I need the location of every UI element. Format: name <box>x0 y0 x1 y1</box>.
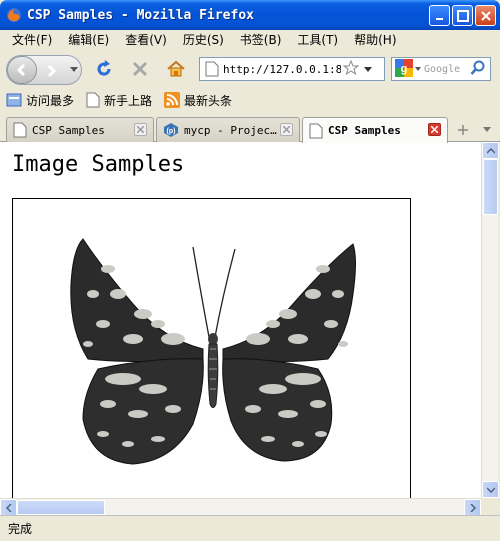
scrollbar-corner <box>481 498 498 515</box>
plus-icon <box>458 125 468 135</box>
bookmark-most-visited[interactable]: 访问最多 <box>6 92 74 109</box>
bookmark-label: 新手上路 <box>104 93 153 108</box>
tab-csp-samples-active[interactable]: CSP Samples <box>302 117 448 143</box>
scroll-up-button[interactable] <box>482 142 499 159</box>
tab-label: mycp - Projec… <box>184 123 277 137</box>
arrow-left-icon <box>16 63 26 77</box>
reload-icon <box>97 60 111 76</box>
bookmark-label: 访问最多 <box>26 93 75 108</box>
menu-bar: 文件(F) 编辑(E) 查看(V) 历史(S) 书签(B) 工具(T) 帮助(H… <box>0 30 500 50</box>
bookmark-latest-headlines[interactable]: 最新头条 <box>164 92 232 109</box>
horizontal-scrollbar[interactable] <box>0 498 481 516</box>
chevron-down-icon <box>483 127 491 132</box>
scroll-right-button[interactable] <box>464 499 481 516</box>
menu-tools[interactable]: 工具(T) <box>289 30 346 50</box>
search-input[interactable]: Google <box>424 64 470 75</box>
page-content: Image Samples <box>0 142 481 498</box>
tab-label: CSP Samples <box>328 124 401 137</box>
stop-button[interactable] <box>128 57 152 81</box>
stop-icon <box>132 61 148 77</box>
scroll-down-button[interactable] <box>482 481 499 498</box>
tab-csp-samples-1[interactable]: CSP Samples <box>6 117 154 142</box>
most-visited-icon <box>6 93 22 107</box>
tab-mycp-project[interactable]: (p) mycp - Projec… <box>156 117 300 142</box>
page-icon <box>309 123 323 138</box>
tab-close-button[interactable] <box>428 123 441 136</box>
home-icon <box>167 60 185 77</box>
minimize-button[interactable] <box>429 5 450 26</box>
new-tab-button[interactable] <box>451 118 475 142</box>
bookmarks-toolbar: 访问最多 新手上路 最新头条 <box>0 88 500 112</box>
menu-view[interactable]: 查看(V) <box>117 30 175 50</box>
menu-edit[interactable]: 编辑(E) <box>60 30 117 50</box>
forward-button[interactable] <box>43 63 59 79</box>
url-bar[interactable]: http://127.0.0.1:81 <box>199 57 385 81</box>
tab-list-button[interactable] <box>478 118 496 142</box>
chevron-down-icon <box>486 486 495 493</box>
svg-text:g: g <box>401 63 408 75</box>
menu-file[interactable]: 文件(F) <box>4 30 60 50</box>
window-title: CSP Samples - Mozilla Firefox <box>27 7 254 23</box>
engine-dropdown-icon <box>415 67 421 71</box>
page-icon <box>86 92 100 108</box>
butterfly-image <box>12 198 411 498</box>
bookmark-getting-started[interactable]: 新手上路 <box>86 92 152 109</box>
firefox-icon <box>6 7 22 23</box>
search-icon[interactable] <box>470 60 486 79</box>
close-button[interactable] <box>475 5 496 26</box>
maximize-button[interactable] <box>452 5 473 26</box>
vertical-scrollbar[interactable] <box>481 142 499 498</box>
chevron-down-icon <box>70 67 78 72</box>
bookmark-star-icon[interactable] <box>342 59 360 79</box>
back-button[interactable] <box>7 56 37 84</box>
menu-history[interactable]: 历史(S) <box>175 30 232 50</box>
home-button[interactable] <box>164 57 188 81</box>
url-dropdown-icon[interactable] <box>364 62 372 76</box>
title-bar: CSP Samples - Mozilla Firefox <box>0 0 500 30</box>
page-icon <box>13 122 27 138</box>
page-icon <box>205 61 219 77</box>
scroll-left-button[interactable] <box>0 499 17 516</box>
vertical-scroll-thumb[interactable] <box>483 159 498 215</box>
arrow-right-icon <box>47 64 57 78</box>
horizontal-scroll-thumb[interactable] <box>17 500 105 515</box>
reload-button[interactable] <box>92 57 116 81</box>
tab-label: CSP Samples <box>32 123 105 137</box>
history-dropdown[interactable] <box>69 65 79 75</box>
tab-strip: CSP Samples (p) mycp - Projec… CSP Sampl… <box>0 112 500 143</box>
tab-close-button[interactable] <box>134 123 147 136</box>
status-bar: 完成 <box>0 515 500 541</box>
svg-text:(p): (p) <box>167 128 176 135</box>
menu-bookmarks[interactable]: 书签(B) <box>232 30 290 50</box>
back-forward-group <box>6 55 82 85</box>
page-heading: Image Samples <box>12 152 185 177</box>
rss-feed-icon <box>164 92 181 108</box>
search-bar[interactable]: g Google <box>391 57 491 81</box>
tab-close-button[interactable] <box>280 123 293 136</box>
google-icon[interactable]: g <box>395 58 413 80</box>
status-text: 完成 <box>8 522 33 536</box>
project-icon: (p) <box>164 123 178 137</box>
chevron-left-icon <box>5 503 12 512</box>
url-text: http://127.0.0.1:81 <box>223 62 341 76</box>
chevron-right-icon <box>469 503 476 512</box>
navigation-toolbar: http://127.0.0.1:81 g Google <box>0 50 500 88</box>
menu-help[interactable]: 帮助(H) <box>346 30 404 50</box>
chevron-up-icon <box>486 147 495 154</box>
bookmark-label: 最新头条 <box>184 93 233 108</box>
